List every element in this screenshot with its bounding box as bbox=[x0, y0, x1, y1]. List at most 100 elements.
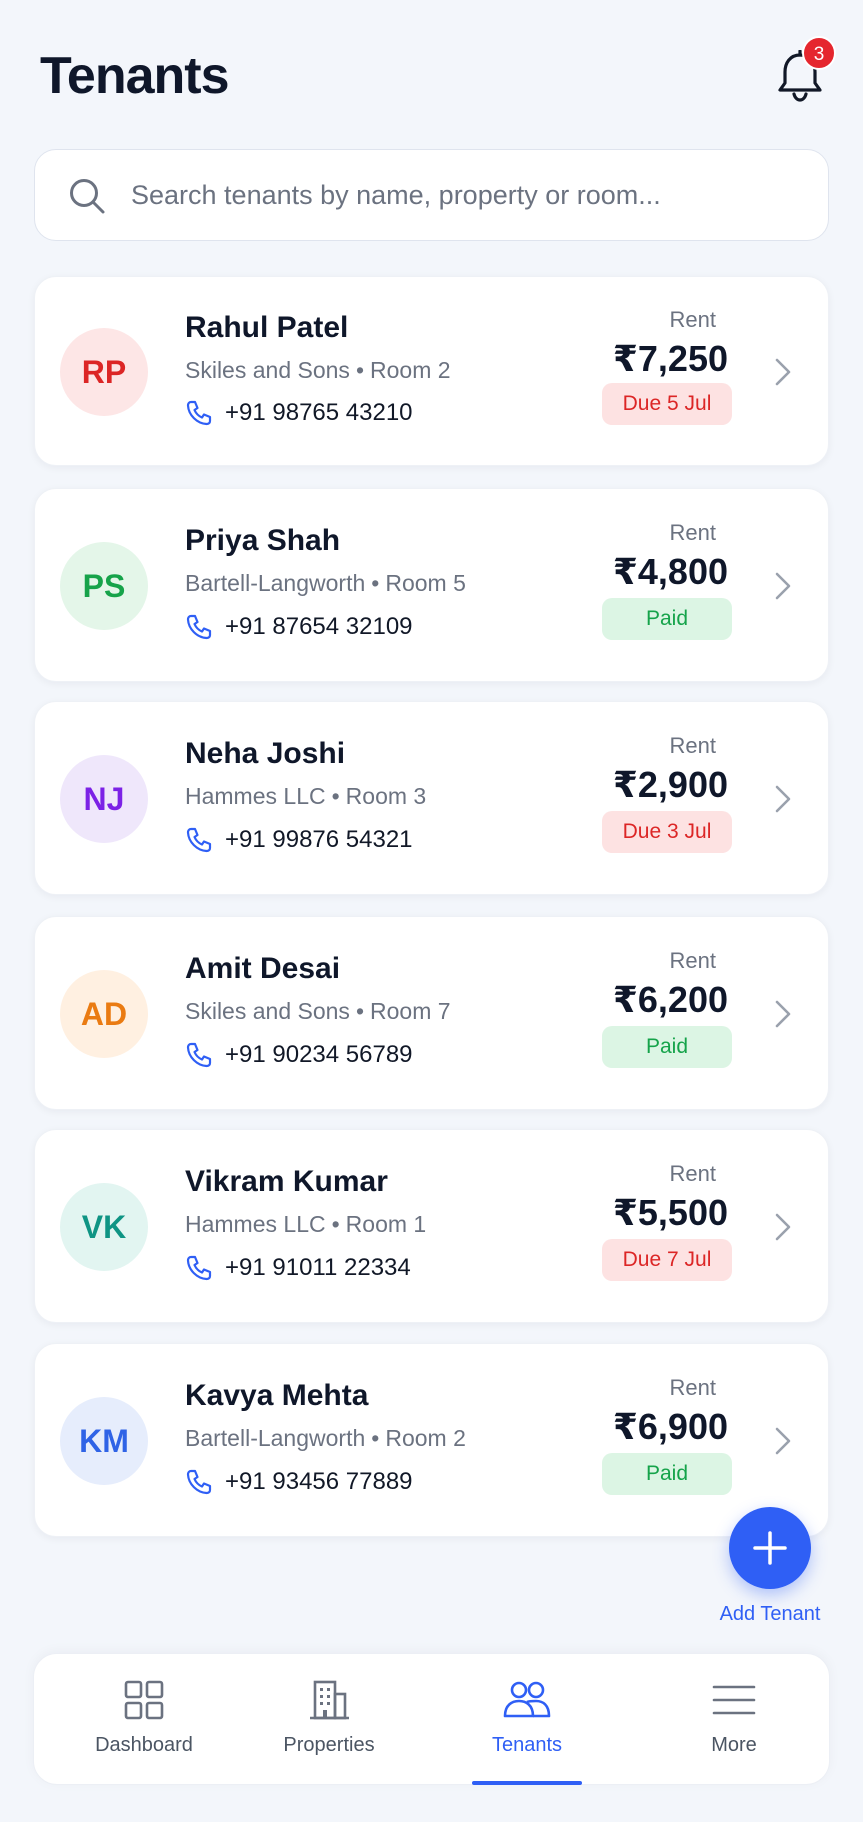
add-tenant-button[interactable] bbox=[729, 1507, 811, 1589]
phone-number: +91 90234 56789 bbox=[225, 1041, 413, 1069]
status-badge: Paid bbox=[602, 1025, 732, 1068]
avatar: VK bbox=[60, 1183, 148, 1271]
room-number: Room 7 bbox=[370, 998, 451, 1025]
plus-icon bbox=[753, 1531, 787, 1565]
tenant-location: Skiles and Sons • Room 2 bbox=[185, 357, 451, 384]
search-bar[interactable] bbox=[34, 149, 829, 241]
nav-more[interactable]: More bbox=[654, 1654, 814, 1786]
separator-dot: • bbox=[331, 783, 340, 810]
status-badge: Due 3 Jul bbox=[602, 810, 732, 853]
page-title: Tenants bbox=[40, 47, 230, 105]
room-number: Room 2 bbox=[370, 356, 451, 383]
chevron[interactable] bbox=[772, 356, 794, 393]
rent-amount: ₹6,900 bbox=[612, 1406, 728, 1448]
nav-dashboard[interactable]: Dashboard bbox=[64, 1654, 224, 1786]
separator-dot: • bbox=[355, 356, 364, 383]
tenant-location: Bartell-Langworth • Room 5 bbox=[185, 570, 466, 597]
nav-label-more: More bbox=[711, 1734, 757, 1756]
notification-badge: 3 bbox=[802, 36, 836, 70]
add-tenant-label[interactable]: Add Tenant bbox=[710, 1603, 830, 1626]
chevron[interactable] bbox=[772, 570, 794, 607]
chevron[interactable] bbox=[772, 783, 794, 820]
rent-amount: ₹4,800 bbox=[612, 551, 728, 593]
rent-label: Rent bbox=[669, 307, 716, 333]
phone-icon bbox=[186, 615, 212, 640]
chevron-right-icon bbox=[775, 572, 791, 600]
rent-amount: ₹6,200 bbox=[612, 979, 728, 1021]
nav-label-dashboard: Dashboard bbox=[95, 1734, 193, 1756]
tenant-card[interactable]: AD Amit Desai Skiles and Sons • Room 7 +91 90… bbox=[34, 916, 829, 1110]
active-tab-indicator bbox=[472, 1781, 582, 1785]
tenant-card[interactable]: RP Rahul Patel Skiles and Sons • Room 2 +91 9… bbox=[34, 276, 829, 466]
tenant-card[interactable]: VK Vikram Kumar Hammes LLC • Room 1 +91 91011… bbox=[34, 1129, 829, 1323]
rent-amount: ₹7,250 bbox=[612, 337, 728, 379]
chevron-right-icon bbox=[775, 1000, 791, 1028]
tenant-name: Amit Desai bbox=[185, 951, 341, 985]
rent-amount: ₹5,500 bbox=[612, 1192, 728, 1234]
nav-label-properties: Properties bbox=[283, 1734, 375, 1756]
status-badge: Due 5 Jul bbox=[602, 383, 732, 426]
search-input[interactable] bbox=[131, 170, 791, 220]
tenant-location: Hammes LLC • Room 1 bbox=[185, 1211, 426, 1238]
tenant-location: Bartell-Langworth • Room 2 bbox=[185, 1425, 466, 1452]
rent-amount: ₹2,900 bbox=[612, 764, 728, 806]
tenant-location: Skiles and Sons • Room 7 bbox=[185, 998, 451, 1025]
tenant-card[interactable]: KM Kavya Mehta Bartell-Langworth • Room 2 +91… bbox=[34, 1343, 829, 1537]
rent-label: Rent bbox=[669, 1375, 716, 1401]
property-name: Hammes LLC bbox=[185, 1211, 326, 1238]
tenant-card[interactable]: PS Priya Shah Bartell-Langworth • Room 5 +91 … bbox=[34, 488, 829, 682]
rent-label: Rent bbox=[669, 520, 716, 546]
users-icon bbox=[503, 1681, 551, 1718]
room-number: Room 3 bbox=[345, 783, 427, 810]
rent-label: Rent bbox=[669, 733, 716, 759]
tenant-name: Neha Joshi bbox=[185, 736, 346, 770]
phone-number: +91 87654 32109 bbox=[225, 613, 413, 641]
phone-icon bbox=[186, 1470, 212, 1495]
menu-icon bbox=[712, 1685, 756, 1715]
tenant-location: Hammes LLC • Room 3 bbox=[185, 783, 426, 810]
chevron-right-icon bbox=[775, 785, 791, 813]
chevron-right-icon bbox=[775, 358, 791, 386]
chevron[interactable] bbox=[772, 1425, 794, 1462]
grid-icon bbox=[124, 1680, 164, 1720]
property-name: Bartell-Langworth bbox=[185, 1425, 366, 1452]
phone-number: +91 99876 54321 bbox=[225, 826, 413, 854]
phone-number: +91 98765 43210 bbox=[225, 398, 413, 426]
chevron-right-icon bbox=[775, 1427, 791, 1455]
separator-dot: • bbox=[331, 1211, 340, 1238]
room-number: Room 2 bbox=[385, 1425, 466, 1452]
separator-dot: • bbox=[371, 570, 380, 597]
tenant-name: Vikram Kumar bbox=[185, 1164, 388, 1198]
rent-label: Rent bbox=[669, 948, 716, 974]
phone-icon bbox=[186, 828, 212, 853]
rent-label: Rent bbox=[669, 1161, 716, 1187]
phone-icon bbox=[186, 1256, 212, 1281]
property-name: Bartell-Langworth bbox=[185, 570, 366, 597]
nav-tenants[interactable]: Tenants bbox=[447, 1654, 607, 1786]
room-number: Room 1 bbox=[345, 1211, 427, 1238]
tenant-name: Rahul Patel bbox=[185, 311, 349, 345]
status-badge: Paid bbox=[602, 1452, 732, 1495]
tenant-card[interactable]: NJ Neha Joshi Hammes LLC • Room 3 +91 99876 5… bbox=[34, 701, 829, 895]
property-name: Hammes LLC bbox=[185, 783, 326, 810]
avatar: AD bbox=[60, 970, 148, 1058]
phone-number: +91 91011 22334 bbox=[225, 1254, 411, 1282]
avatar: RP bbox=[60, 328, 148, 416]
nav-properties[interactable]: Properties bbox=[244, 1654, 414, 1786]
separator-dot: • bbox=[371, 1425, 380, 1452]
phone-icon bbox=[186, 400, 212, 425]
phone-icon bbox=[186, 1043, 212, 1068]
separator-dot: • bbox=[355, 998, 364, 1025]
chevron[interactable] bbox=[772, 1211, 794, 1248]
avatar: KM bbox=[60, 1397, 148, 1485]
phone-number: +91 93456 77889 bbox=[225, 1468, 413, 1496]
avatar: PS bbox=[60, 542, 148, 630]
chevron-right-icon bbox=[775, 1213, 791, 1241]
building-icon bbox=[310, 1680, 349, 1720]
room-number: Room 5 bbox=[385, 570, 466, 597]
property-name: Skiles and Sons bbox=[185, 998, 350, 1025]
bottom-nav: Dashboard Properties Tenants More bbox=[33, 1653, 830, 1785]
nav-label-tenants: Tenants bbox=[491, 1734, 563, 1756]
avatar: NJ bbox=[60, 755, 148, 843]
chevron[interactable] bbox=[772, 998, 794, 1035]
